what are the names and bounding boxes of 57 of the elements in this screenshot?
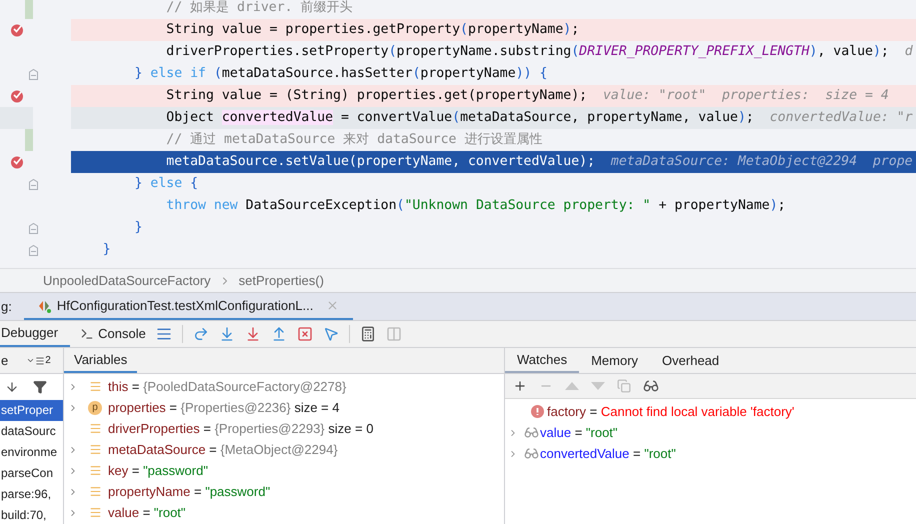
frame-item[interactable]: parse:96, [0,484,63,505]
code-line: // 通过 metaDataSource 来对 dataSource 进行设置属性 [165,131,544,149]
code-line: } [102,241,112,259]
code-line: // 如果是 driver. 前缀开头 [165,0,354,17]
step-over-icon[interactable] [192,326,209,342]
drop-frame-icon[interactable] [296,326,313,342]
watches-tab[interactable]: Memory [579,348,650,373]
frame-item[interactable]: parseCon [0,463,63,484]
breadcrumb-item[interactable]: UnpooledDataSourceFactory [43,270,211,290]
step-out-icon[interactable] [270,326,287,342]
debug-label: g: [0,298,12,316]
watch-entry[interactable]: convertedValue = "root" [540,444,676,464]
frames-header[interactable]: e [1,350,8,370]
frame-item[interactable]: dataSourc [0,421,63,442]
fold-icon[interactable] [29,178,38,190]
fold-icon[interactable] [29,68,38,80]
calculator-icon[interactable] [360,326,376,342]
console-icon [80,327,94,341]
list-icon [35,356,46,366]
fold-icon[interactable] [29,244,38,256]
add-icon[interactable] [513,379,527,393]
layout-count: 2 [45,354,51,368]
fold-icon[interactable] [29,222,38,234]
step-into-icon[interactable] [218,326,235,342]
code-line: driverProperties.setProperty(propertyName.substring(DRIVER_PROPERTY_PREFIX_LENGTH), value); d [165,43,914,61]
filter-icon[interactable] [33,380,47,394]
run-debug-icon [38,298,52,312]
breakpoint-icon[interactable] [10,23,24,37]
watch-entry[interactable]: factory = Cannot find local variable 'factory' [547,402,794,422]
variable-entry[interactable]: this = {PooledDataSourceFactory@2278} [108,376,346,396]
debugger-tab[interactable]: Console [70,321,156,347]
cursor-icon[interactable] [322,326,339,342]
breakpoint-icon[interactable] [10,155,24,169]
variable-entry[interactable]: driverProperties = {Properties@2293} size = 0 [108,418,374,438]
line-highlight [0,107,33,129]
variable-entry[interactable]: value = "root" [108,502,186,522]
frame-item[interactable]: build:70, [0,505,63,524]
parameter-icon: p [88,400,102,414]
code-line: } else { [134,175,200,193]
breadcrumb-item[interactable]: setProperties() [238,270,324,290]
menu-icon[interactable] [156,326,172,342]
glasses-icon[interactable] [643,378,659,394]
force-step-into-icon[interactable] [244,326,261,342]
dropdown-icon[interactable] [26,356,36,365]
watches-tab[interactable]: Overhead [650,348,732,373]
code-line: } [134,219,144,237]
watch-entry[interactable]: value = "root" [540,422,618,442]
variable-entry[interactable]: key = "password" [108,460,208,480]
code-line: throw new DataSourceException("Unknown DataSource property: " + propertyName); [165,197,787,215]
frame-item[interactable]: setProper [0,400,63,421]
frame-item[interactable]: environme [0,442,63,463]
variable-entry[interactable]: propertyName = "password" [108,482,270,502]
variable-entry[interactable]: metaDataSource = {MetaObject@2294} [108,440,338,460]
variables-tab[interactable]: Variables [64,348,138,373]
breakpoint-icon[interactable] [10,89,24,103]
variable-entry[interactable]: properties = {Properties@2236} size = 4 [108,398,340,418]
code-line: } else if (metaDataSource.hasSetter(propertyName)) { [134,65,548,83]
